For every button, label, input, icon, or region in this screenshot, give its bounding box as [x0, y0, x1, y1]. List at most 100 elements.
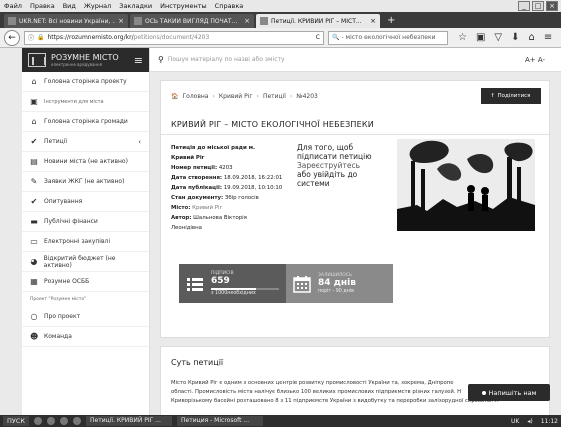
menu-help[interactable]: Справка: [215, 2, 244, 10]
tab-article[interactable]: ОСЬ ТАКИЙ ВИГЛЯД ПОЧАТ... ×: [130, 14, 254, 28]
navigation-bar: ← ⓘ 🔒 https://rozumnemisto.org/kr/petiti…: [0, 28, 561, 48]
sidebar-item[interactable]: ▦ Розумне ОСББ: [22, 272, 149, 292]
wrench-icon: ✎: [30, 177, 38, 186]
logo-bar: РОЗУМНЕ МІСТО електронне врядування ≡: [22, 48, 149, 72]
quicklaunch-icon[interactable]: [60, 417, 69, 425]
close-window-button[interactable]: ×: [546, 1, 558, 11]
font-size-control[interactable]: A+ A-: [525, 56, 545, 64]
building-icon: ▦: [30, 277, 38, 286]
author-patronymic: Леонідівна: [171, 225, 202, 231]
petition-essence-card: Суть петиції Місто Кривий Ріг є одним з …: [160, 346, 550, 415]
sidebar-item[interactable]: ⌂ Головна сторінка проекту: [22, 72, 149, 92]
breadcrumb-city[interactable]: Кривий Ріг: [219, 93, 253, 100]
bookmark-star-icon[interactable]: ☆: [458, 32, 467, 43]
home-icon[interactable]: ⌂: [529, 32, 535, 43]
sidebar-item[interactable]: ☻ Команда: [22, 327, 149, 347]
quicklaunch-icon[interactable]: [34, 417, 43, 425]
close-tab-icon[interactable]: ×: [370, 17, 376, 25]
sidebar-item-label: Головна сторінка проекту: [44, 78, 127, 85]
tab-petition[interactable]: Петиції. КРИВИЙ РІГ – МІСТ... ×: [256, 14, 380, 28]
register-link[interactable]: Зареєструйтесь: [297, 161, 393, 170]
menu-file[interactable]: Файл: [4, 2, 22, 10]
tab-ukrnet[interactable]: UKR.NET: Всі новини України, ... ×: [4, 14, 128, 28]
login-link[interactable]: системи: [297, 179, 393, 188]
close-tab-icon[interactable]: ×: [244, 17, 250, 25]
number-label: Номер петиції:: [171, 165, 218, 171]
share-button[interactable]: f Поділитися: [481, 88, 541, 104]
share-label: Поділитися: [497, 93, 531, 99]
menu-tools[interactable]: Инструменты: [160, 2, 207, 10]
facebook-icon: f: [491, 93, 494, 99]
sidebar-item-label: Команда: [44, 333, 72, 340]
chat-button[interactable]: Напишіть нам: [468, 384, 550, 401]
new-tab-button[interactable]: +: [382, 14, 400, 28]
sidebar-item[interactable]: ◕ Відкритий бюджет (не активно): [22, 252, 149, 272]
maximize-button[interactable]: □: [532, 1, 544, 11]
browser-search-input[interactable]: 🔍 - місто екологічної небезпеки: [328, 30, 448, 45]
volume-icon[interactable]: ◂): [527, 418, 532, 425]
petition-city[interactable]: Кривий Ріг: [192, 205, 222, 211]
start-button[interactable]: ПУСК: [3, 416, 30, 426]
hamburger-menu-icon[interactable]: ≡: [544, 32, 552, 43]
url-bar[interactable]: ⓘ 🔒 https://rozumnemisto.org/kr/petition…: [24, 30, 324, 45]
logo[interactable]: РОЗУМНЕ МІСТО електронне врядування: [51, 52, 119, 67]
menu-edit[interactable]: Правка: [30, 2, 55, 10]
back-button[interactable]: ←: [4, 29, 20, 46]
petition-status: Збір голосів: [224, 195, 259, 201]
petition-stats: ПІДПИСІВ 659 з 1000необхідних ЗАЛИШИЛОСЬ…: [179, 264, 393, 303]
sidebar-item[interactable]: ▤ Новини міста (не активно): [22, 152, 149, 172]
created-date: 18.09.2018, 16:22:01: [223, 175, 283, 181]
reading-list-icon[interactable]: ▣: [476, 32, 485, 43]
minimize-button[interactable]: _: [518, 1, 530, 11]
pocket-icon[interactable]: ▽: [494, 32, 502, 43]
language-indicator[interactable]: UK: [511, 418, 519, 425]
download-icon[interactable]: ⬇: [511, 32, 519, 43]
sidebar-item[interactable]: ✔ Опитування: [22, 192, 149, 212]
info-icon[interactable]: ⓘ: [28, 33, 34, 42]
reload-icon[interactable]: C: [316, 34, 320, 41]
signatures-progress-fill: [211, 288, 256, 290]
breadcrumb-separator: ›: [289, 93, 293, 100]
published-label: Дата публікації:: [171, 185, 223, 191]
menu-view[interactable]: Вид: [63, 2, 76, 10]
sidebar-item[interactable]: ⌂ Головна сторінка громади: [22, 112, 149, 132]
info-icon: ○: [30, 312, 38, 321]
logo-icon[interactable]: [28, 53, 46, 67]
sidebar-item[interactable]: ▣ Інструменти для міста: [22, 92, 149, 112]
taskbar-app-word[interactable]: Петиция - Microsoft ...: [177, 416, 264, 426]
system-tray: UK ◂) 11:12: [511, 418, 561, 425]
search-icon: 🔍: [332, 34, 340, 41]
breadcrumb-petitions[interactable]: Петиції: [263, 93, 286, 100]
author-label: Автор:: [171, 215, 192, 221]
list-icon: [187, 277, 203, 291]
sidebar-item-label: Розумне ОСББ: [44, 278, 90, 285]
sidebar-toggle-icon[interactable]: ≡: [134, 54, 143, 67]
petition-card: 🏠 Головна › Кривий Ріг › Петиції › №4203…: [160, 80, 550, 338]
logo-text: РОЗУМНЕ МІСТО: [51, 52, 119, 62]
tab-title: UKR.NET: Всі новини України, ...: [19, 17, 116, 25]
site-search[interactable]: ⚲ Пошук матеріалу по назві або змісту: [158, 55, 398, 64]
signatures-needed: з 1000необхідних: [211, 291, 256, 296]
close-tab-icon[interactable]: ×: [118, 17, 124, 25]
breadcrumb-home[interactable]: Головна: [182, 93, 208, 100]
sidebar-item[interactable]: ○ Про проект: [22, 307, 149, 327]
taskbar-app-firefox[interactable]: Петиції. КРИВИЙ РІГ ...: [86, 416, 173, 426]
sidebar-item-label: Електронні закупівлі: [44, 238, 111, 245]
sidebar-item[interactable]: ▭ Електронні закупівлі: [22, 232, 149, 252]
site-header: ⚲ Пошук матеріалу по назві або змісту A+…: [150, 48, 561, 72]
quicklaunch-icon[interactable]: [47, 417, 56, 425]
sidebar-item[interactable]: ✎ Заявки ЖКГ (не активно): [22, 172, 149, 192]
chevron-left-icon[interactable]: ‹: [138, 138, 141, 146]
site-search-input[interactable]: Пошук матеріалу по назві або змісту: [168, 56, 285, 63]
logo-subtitle: електронне врядування: [51, 61, 103, 67]
sidebar-item[interactable]: ▬ Публічні фінанси: [22, 212, 149, 232]
favicon-icon: [8, 17, 16, 25]
lock-icon[interactable]: 🔒: [37, 34, 44, 41]
sidebar-item[interactable]: ✔ Петиції ‹: [22, 132, 149, 152]
menu-history[interactable]: Журнал: [84, 2, 111, 10]
card-icon: ▭: [30, 237, 38, 246]
news-icon: ▤: [30, 157, 38, 166]
sidebar-item-label: Головна сторінка громади: [44, 118, 128, 125]
quicklaunch-icon[interactable]: [73, 417, 82, 425]
menu-bookmarks[interactable]: Закладки: [119, 2, 152, 10]
